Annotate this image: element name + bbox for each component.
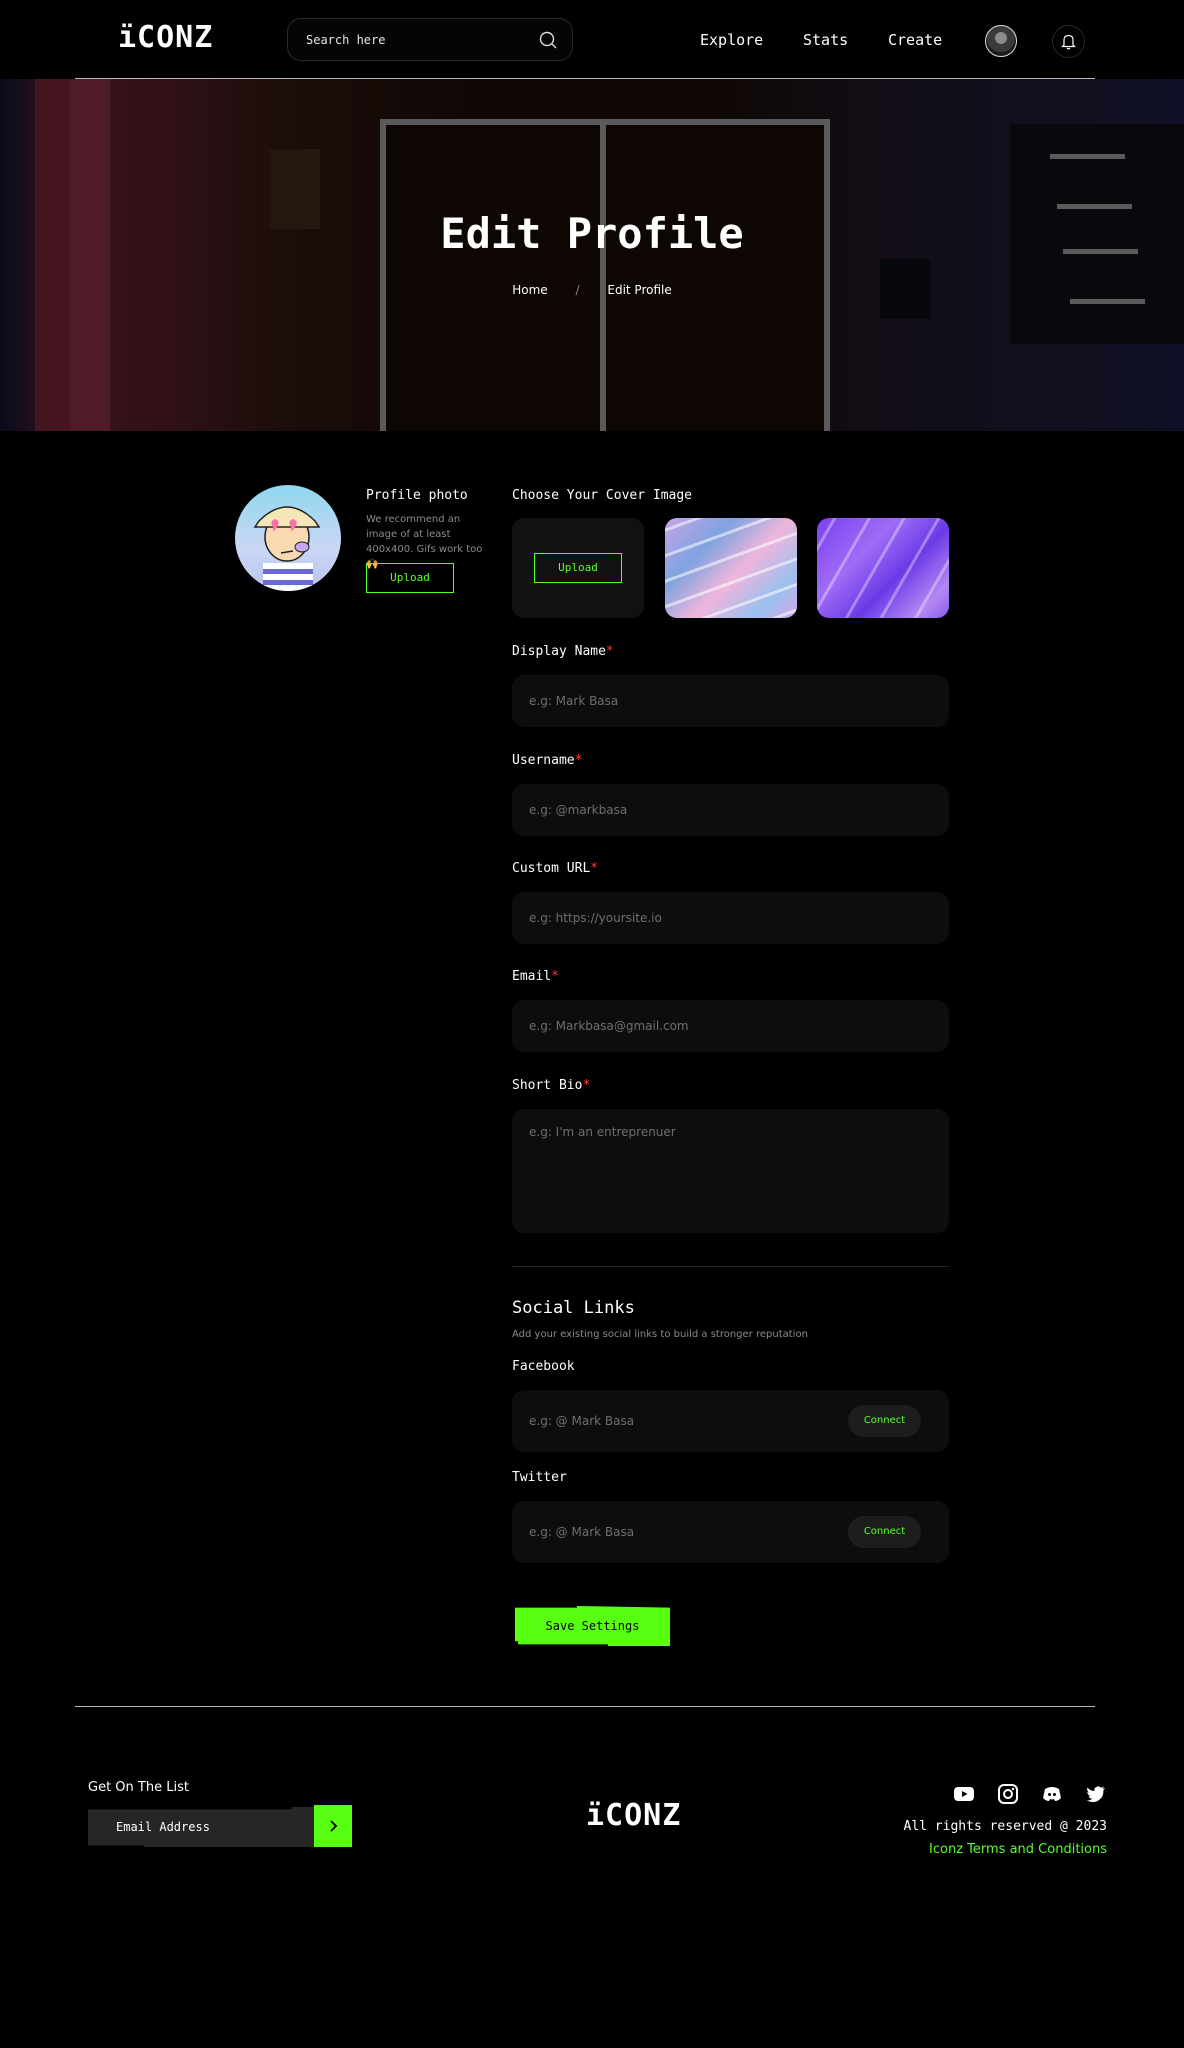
custom-url-input[interactable]	[529, 892, 859, 944]
custom-url-field[interactable]	[512, 892, 949, 944]
youtube-icon[interactable]	[953, 1783, 975, 1805]
twitter-field[interactable]: Connect	[512, 1501, 949, 1563]
terms-link[interactable]: Iconz Terms and Conditions	[929, 1842, 1107, 1857]
email-label: Email*	[512, 969, 559, 984]
bio-textarea[interactable]	[529, 1125, 859, 1215]
facebook-connect-button[interactable]: Connect	[848, 1405, 921, 1437]
cover-option-pastel-marble[interactable]	[665, 518, 797, 618]
page-title: Edit Profile	[440, 209, 744, 258]
breadcrumb: Home / Edit Profile	[0, 283, 1184, 297]
bio-field[interactable]	[512, 1109, 949, 1233]
search-bar[interactable]	[287, 18, 573, 61]
username-label: Username*	[512, 753, 583, 768]
facebook-field[interactable]: Connect	[512, 1390, 949, 1452]
instagram-icon[interactable]	[997, 1783, 1019, 1805]
nav-explore[interactable]: Explore	[700, 31, 763, 49]
search-input[interactable]	[306, 29, 526, 51]
cover-upload-tile: Upload	[512, 518, 644, 618]
profile-photo-label: Profile photo	[366, 488, 468, 503]
twitter-input[interactable]	[529, 1501, 859, 1563]
cover-option-violet-marble[interactable]	[817, 518, 949, 618]
newsletter-submit-button[interactable]	[314, 1805, 352, 1847]
user-avatar-button[interactable]	[985, 25, 1017, 57]
breadcrumb-home[interactable]: Home	[512, 283, 547, 297]
newsletter-email-field[interactable]	[88, 1807, 314, 1847]
cover-image-label: Choose Your Cover Image	[512, 488, 693, 503]
social-links-title: Social Links	[512, 1298, 635, 1318]
chevron-right-icon	[330, 1820, 338, 1832]
copyright-text: All rights reserved @ 2023	[903, 1819, 1108, 1834]
section-divider	[512, 1266, 949, 1267]
username-field[interactable]	[512, 784, 949, 836]
bio-label: Short Bio*	[512, 1078, 591, 1093]
notifications-button[interactable]	[1052, 25, 1085, 58]
facebook-input[interactable]	[529, 1390, 859, 1452]
nav-stats[interactable]: Stats	[803, 31, 848, 49]
hero-banner: Edit Profile Home / Edit Profile	[0, 79, 1184, 431]
display-name-label: Display Name*	[512, 644, 614, 659]
footer-logo[interactable]: ïCONZ	[586, 1798, 681, 1833]
display-name-field[interactable]	[512, 675, 949, 727]
profile-avatar	[235, 485, 341, 591]
username-input[interactable]	[529, 784, 859, 836]
cover-upload-button[interactable]: Upload	[534, 553, 622, 583]
profile-upload-button[interactable]: Upload	[366, 563, 454, 593]
email-field[interactable]	[512, 1000, 949, 1052]
site-logo[interactable]: ïCONZ	[118, 20, 213, 55]
footer-divider	[75, 1706, 1095, 1707]
newsletter-title: Get On The List	[88, 1780, 189, 1795]
email-input[interactable]	[529, 1000, 859, 1052]
search-icon[interactable]	[538, 30, 558, 50]
custom-url-label: Custom URL*	[512, 861, 599, 876]
nav-create[interactable]: Create	[888, 31, 942, 49]
breadcrumb-separator: /	[575, 283, 580, 297]
twitter-connect-button[interactable]: Connect	[848, 1516, 921, 1548]
social-links-subtitle: Add your existing social links to build …	[512, 1329, 808, 1340]
twitter-label: Twitter	[512, 1470, 567, 1485]
site-header: ïCONZ Explore Stats Create	[0, 0, 1184, 78]
bell-icon	[1061, 34, 1076, 50]
discord-icon[interactable]	[1041, 1783, 1063, 1805]
newsletter-email-input[interactable]	[116, 1807, 306, 1847]
avatar-illustration	[253, 506, 321, 591]
breadcrumb-current: Edit Profile	[607, 283, 672, 297]
save-settings-button[interactable]: Save Settings	[515, 1606, 670, 1646]
twitter-icon[interactable]	[1085, 1783, 1107, 1805]
facebook-label: Facebook	[512, 1359, 575, 1374]
display-name-input[interactable]	[529, 675, 859, 727]
